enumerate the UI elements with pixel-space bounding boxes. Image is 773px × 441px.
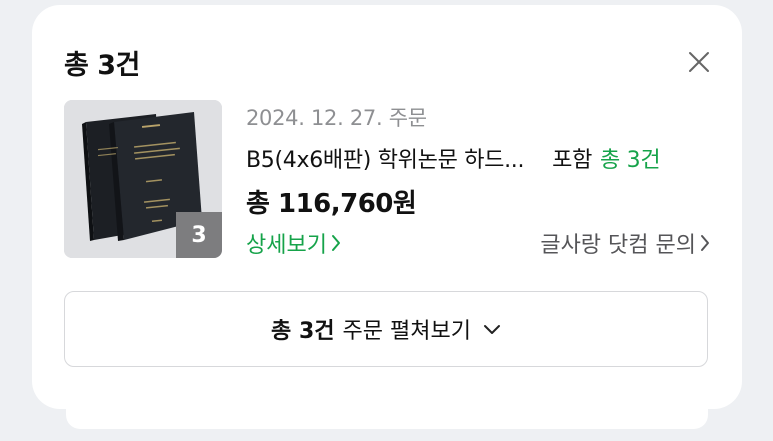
seller-inquiry-label: 글사랑 닷컴 문의 [540, 233, 696, 258]
expand-label: 주문 펼쳐보기 [342, 319, 471, 344]
item-count-badge: 3 [176, 212, 222, 258]
chevron-down-icon [483, 324, 500, 334]
expand-orders-button[interactable]: 총 3건 주문 펼쳐보기 [64, 291, 708, 367]
seller-inquiry-link[interactable]: 글사랑 닷컴 문의 [540, 227, 710, 259]
close-button[interactable] [686, 49, 712, 75]
view-details-label: 상세보기 [246, 233, 327, 258]
order-summary-card: 총 3건 3 2024. 12. 27. 주문 B5(4x6배판) 학위논문 하… [32, 5, 742, 409]
product-thumbnail[interactable]: 3 [64, 100, 222, 258]
product-summary: B5(4x6배판) 학위논문 하드... 포함 총 3건 [246, 142, 710, 174]
product-suffix: 포함 [552, 148, 593, 173]
total-price: 총 116,760원 [246, 189, 417, 219]
product-count: 총 3건 [600, 148, 661, 173]
close-icon [689, 52, 709, 72]
chevron-right-icon [701, 235, 709, 251]
product-name: B5(4x6배판) 학위논문 하드... [246, 148, 525, 173]
view-details-link[interactable]: 상세보기 [246, 227, 341, 259]
chevron-right-icon [331, 235, 340, 251]
expand-count: 총 3건 [271, 319, 335, 344]
order-date: 2024. 12. 27. 주문 [246, 106, 427, 130]
order-count-title: 총 3건 [64, 50, 140, 81]
